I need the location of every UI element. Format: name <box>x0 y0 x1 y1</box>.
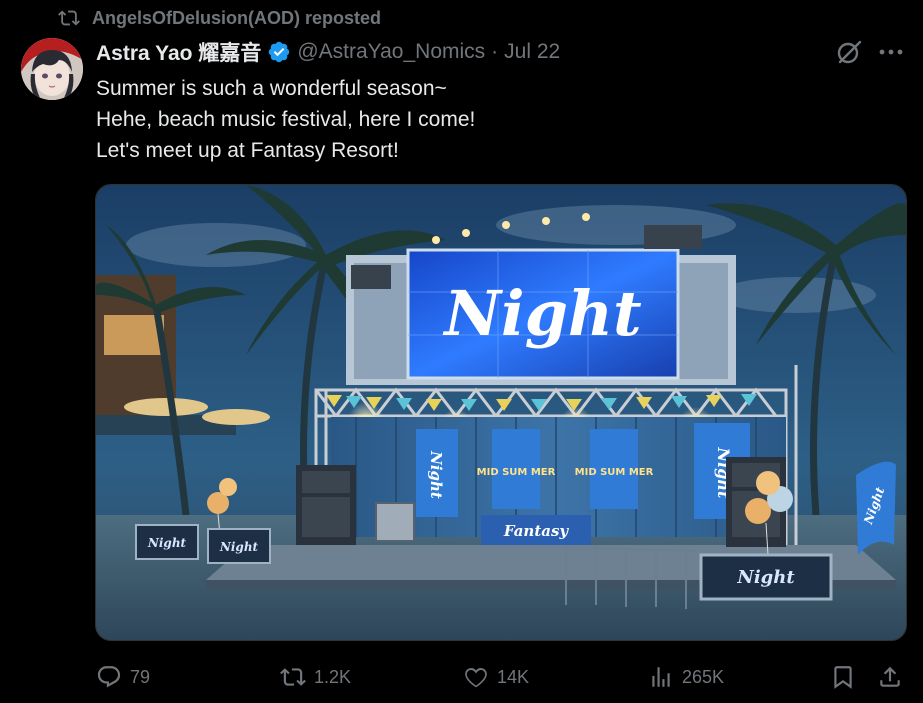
more-options-icon[interactable] <box>878 42 904 62</box>
share-button[interactable] <box>877 660 903 694</box>
bookmark-button[interactable] <box>830 660 856 694</box>
like-count: 14K <box>497 666 530 687</box>
reply-button[interactable]: 79 <box>96 660 150 694</box>
repost-icon <box>58 10 80 26</box>
banner-mid2-text: MID SUM MER <box>575 467 654 478</box>
author-name[interactable]: Astra Yao 耀嘉音 <box>96 37 261 67</box>
tweet-line: Let's meet up at Fantasy Resort! <box>96 139 399 162</box>
grok-icon[interactable] <box>835 38 863 66</box>
tweet-date[interactable]: Jul 22 <box>504 40 560 64</box>
avatar[interactable] <box>21 38 83 100</box>
banner-mid1-text: MID SUM MER <box>477 467 556 478</box>
action-bar: 79 1.2K 14K 265K <box>0 660 923 694</box>
banner-left-text: Night <box>427 450 445 499</box>
tweet-card[interactable]: AngelsOfDelusion(AOD) reposted Astra Yao… <box>0 0 923 703</box>
tweet-text: Summer is such a wonderful season~ Hehe,… <box>96 73 475 166</box>
separator-dot: · <box>491 40 499 63</box>
verified-badge-icon[interactable] <box>267 40 291 64</box>
avatar-image <box>21 38 83 100</box>
repost-icon <box>280 668 306 686</box>
svg-text:Night: Night <box>219 540 259 554</box>
desk-logo-text: Fantasy <box>503 522 570 540</box>
tweet-header: Astra Yao 耀嘉音 @AstraYao_Nomics · Jul 22 <box>96 38 560 66</box>
views-chart-icon <box>652 667 670 687</box>
heart-icon <box>465 668 487 688</box>
reply-count: 79 <box>130 666 151 687</box>
barrier-logo-text: Night <box>736 567 795 588</box>
repost-button[interactable]: 1.2K <box>280 660 351 694</box>
views-button[interactable]: 265K <box>648 660 724 694</box>
repost-indicator: AngelsOfDelusion(AOD) reposted <box>58 6 381 30</box>
bookmark-icon <box>834 666 852 689</box>
repost-count: 1.2K <box>314 666 352 687</box>
reply-icon <box>97 666 121 688</box>
share-icon <box>880 666 900 687</box>
tweet-line: Summer is such a wonderful season~ <box>96 77 447 100</box>
repost-text[interactable]: AngelsOfDelusion(AOD) reposted <box>92 8 381 29</box>
tweet-line: Hehe, beach music festival, here I come! <box>96 108 476 131</box>
views-count: 265K <box>682 666 725 687</box>
like-button[interactable]: 14K <box>463 660 529 694</box>
tweet-media-image[interactable]: Night Night MID SUM MER MID SUM MER Nigh… <box>95 184 907 641</box>
svg-text:Night: Night <box>147 536 187 550</box>
author-handle[interactable]: @AstraYao_Nomics <box>297 40 485 64</box>
screen-logo-text: Night <box>442 277 642 350</box>
